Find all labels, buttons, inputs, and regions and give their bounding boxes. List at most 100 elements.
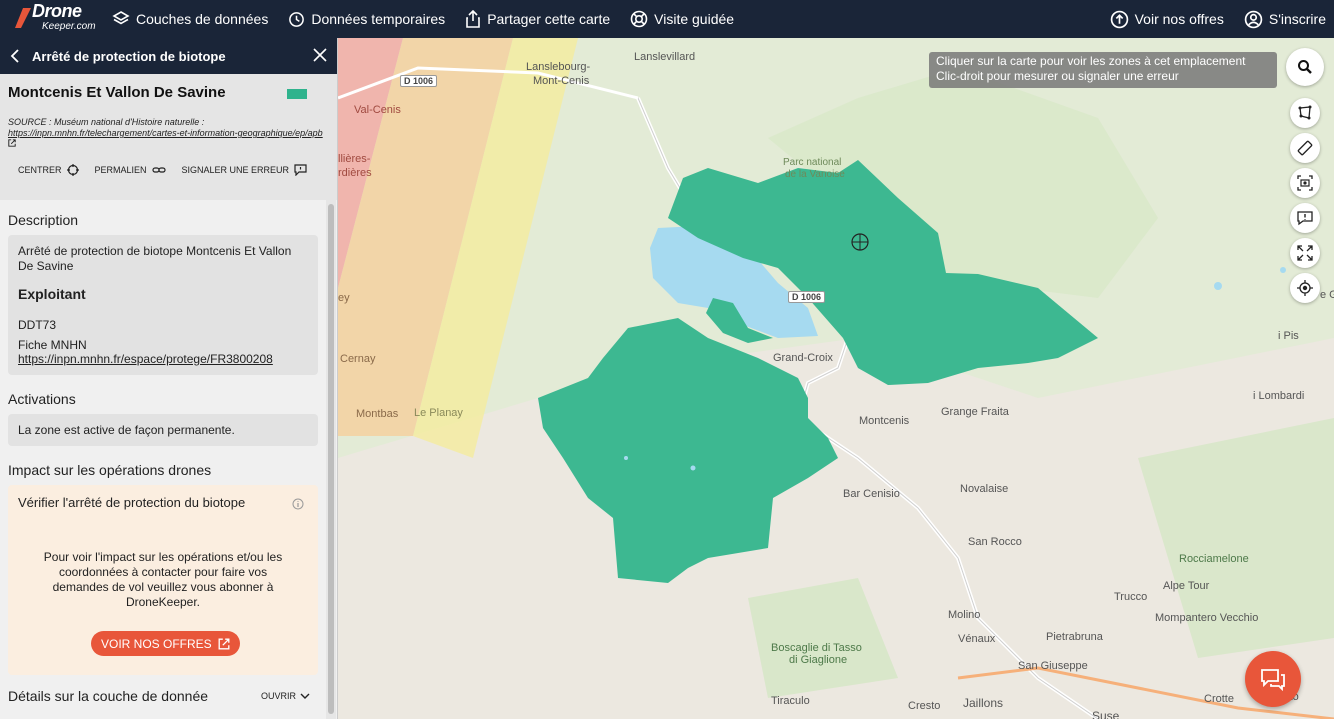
place-label: Vénaux bbox=[958, 633, 996, 645]
place-label: Lanslebourg- bbox=[526, 61, 591, 73]
place-label: llières- bbox=[338, 153, 371, 165]
nav-share[interactable]: Partager cette carte bbox=[465, 0, 610, 38]
panel-header: Arrêté de protection de biotope bbox=[0, 38, 337, 74]
place-label: Montbas bbox=[356, 408, 399, 420]
view-offers-button[interactable]: VOIR NOS OFFRES bbox=[91, 631, 240, 656]
place-label: Jaillons bbox=[963, 696, 1004, 710]
map-hint: Cliquer sur la carte pour voir les zones… bbox=[929, 52, 1277, 88]
locate-button[interactable] bbox=[1290, 273, 1320, 303]
dronekeeper-logo[interactable]: Drone Keeper.com bbox=[12, 0, 112, 38]
screenshot-icon bbox=[1297, 175, 1313, 191]
layer-details-row: Détails sur la couche de donnée OUVRIR bbox=[8, 688, 318, 704]
panel-scroll-content[interactable]: Description Arrêté de protection de biot… bbox=[0, 200, 326, 719]
place-label: Mont-Cenis bbox=[533, 75, 590, 87]
place-label: Trucco bbox=[1114, 591, 1148, 603]
logo-line1: Drone bbox=[32, 1, 82, 21]
place-label: Lanslevillard bbox=[634, 51, 696, 63]
panel-scrollbar[interactable] bbox=[326, 200, 336, 719]
locate-icon bbox=[1297, 280, 1313, 296]
signup-link-label: S'inscrire bbox=[1268, 11, 1326, 27]
place-label: Cresto bbox=[908, 700, 941, 712]
zone-actions: CENTRER PERMALIEN SIGNALER UNE ERREUR bbox=[8, 164, 329, 176]
operator-title: Exploitant bbox=[18, 286, 86, 302]
mnhn-label: Fiche MNHN bbox=[18, 338, 87, 352]
panel-scrollbar-thumb[interactable] bbox=[328, 204, 334, 714]
user-icon bbox=[1244, 10, 1263, 28]
nav-temporary-data[interactable]: Données temporaires bbox=[288, 0, 445, 38]
place-label: Pietrabruna bbox=[1046, 631, 1103, 643]
place-label: Suse bbox=[1092, 709, 1120, 719]
place-label: Boscaglie di Tasso bbox=[771, 642, 862, 654]
chat-icon bbox=[1261, 669, 1285, 691]
source-link[interactable]: https://inpn.mnhn.fr/telechargement/cart… bbox=[8, 128, 323, 138]
map-hint-line2: Clic-droit pour mesurer ou signaler une … bbox=[936, 69, 1179, 83]
mnhn-link[interactable]: https://inpn.mnhn.fr/espace/protege/FR38… bbox=[18, 352, 273, 366]
place-label: Rocciamelone bbox=[1179, 553, 1249, 565]
activations-card: La zone est active de façon permanente. bbox=[8, 414, 318, 446]
measure-button[interactable] bbox=[1290, 133, 1320, 163]
view-offers-label: VOIR NOS OFFRES bbox=[101, 636, 212, 651]
place-label: Val-Cenis bbox=[354, 104, 401, 116]
layers-icon bbox=[112, 11, 130, 25]
place-label: ey bbox=[338, 292, 350, 304]
place-label: di Giaglione bbox=[789, 654, 848, 666]
impact-card-title: Vérifier l'arrêté de protection du bioto… bbox=[18, 495, 246, 510]
polygon-icon bbox=[1298, 105, 1312, 120]
link-icon bbox=[151, 167, 166, 173]
nav-guided-tour-label: Visite guidée bbox=[654, 11, 735, 27]
nav-layers[interactable]: Couches de données bbox=[112, 0, 268, 38]
center-button[interactable]: CENTRER bbox=[18, 164, 79, 176]
report-button[interactable] bbox=[1290, 203, 1320, 233]
zone-summary: Montcenis Et Vallon De Savine SOURCE : M… bbox=[0, 74, 337, 200]
operator-value: DDT73 bbox=[18, 318, 57, 332]
description-card: Arrêté de protection de biotope Montceni… bbox=[8, 235, 318, 375]
map-search-button[interactable] bbox=[1286, 48, 1324, 86]
place-label: Grand-Croix bbox=[773, 352, 833, 364]
place-label: rdières bbox=[338, 167, 372, 179]
description-title: Description bbox=[8, 212, 79, 228]
place-label: i Lombardi bbox=[1253, 390, 1305, 402]
zone-name: Montcenis Et Vallon De Savine bbox=[8, 84, 226, 101]
impact-title: Impact sur les opérations drones bbox=[8, 462, 212, 478]
back-icon[interactable] bbox=[10, 49, 20, 63]
chevron-down-icon bbox=[300, 693, 310, 699]
place-label: San Rocco bbox=[968, 536, 1022, 548]
place-label: Parc national bbox=[783, 157, 842, 168]
report-error-button[interactable]: SIGNALER UNE ERREUR bbox=[182, 164, 308, 176]
activations-text: La zone est active de façon permanente. bbox=[18, 423, 235, 437]
map-canvas[interactable]: D 1006 D 1006 Lanslevillard Lanslebourg-… bbox=[338, 38, 1334, 719]
map-crosshair-icon bbox=[851, 233, 869, 251]
screenshot-button[interactable] bbox=[1290, 168, 1320, 198]
layer-details-open-button[interactable]: OUVRIR bbox=[261, 691, 310, 701]
place-label: San Giuseppe bbox=[1018, 660, 1088, 672]
lifebuoy-icon bbox=[630, 10, 648, 28]
zone-source: SOURCE : Muséum national d'Histoire natu… bbox=[8, 117, 329, 150]
description-text: Arrêté de protection de biotope Montceni… bbox=[18, 244, 292, 273]
top-bar: Drone Keeper.com Couches de données Donn… bbox=[0, 0, 1334, 38]
search-icon bbox=[1298, 60, 1312, 74]
chat-button[interactable] bbox=[1245, 651, 1301, 707]
logo-drone-icon bbox=[15, 8, 31, 28]
nav-guided-tour[interactable]: Visite guidée bbox=[630, 0, 734, 38]
permalink-label: PERMALIEN bbox=[94, 165, 147, 175]
external-link-icon bbox=[8, 139, 16, 147]
offers-link[interactable]: Voir nos offres bbox=[1110, 0, 1224, 38]
place-label: Grange Fraita bbox=[941, 406, 1009, 418]
road-label: D 1006 bbox=[788, 291, 826, 303]
signup-link[interactable]: S'inscrire bbox=[1244, 0, 1326, 38]
fullscreen-button[interactable] bbox=[1290, 238, 1320, 268]
road-label: D 1006 bbox=[400, 75, 438, 87]
layer-details-open-label: OUVRIR bbox=[260, 691, 296, 701]
crosshair-icon bbox=[66, 164, 79, 176]
info-icon[interactable] bbox=[292, 498, 304, 510]
zone-color-swatch bbox=[287, 89, 307, 99]
map-tools bbox=[1286, 48, 1324, 308]
close-icon[interactable] bbox=[313, 48, 327, 62]
source-prefix: SOURCE : Muséum national d'Histoire natu… bbox=[8, 117, 205, 127]
logo-line2: Keeper.com bbox=[42, 21, 96, 32]
report-error-label: SIGNALER UNE ERREUR bbox=[181, 165, 290, 175]
draw-polygon-button[interactable] bbox=[1290, 98, 1320, 128]
place-label: Crotte bbox=[1204, 693, 1234, 705]
permalink-button[interactable]: PERMALIEN bbox=[95, 164, 166, 176]
external-link-icon bbox=[218, 638, 230, 649]
